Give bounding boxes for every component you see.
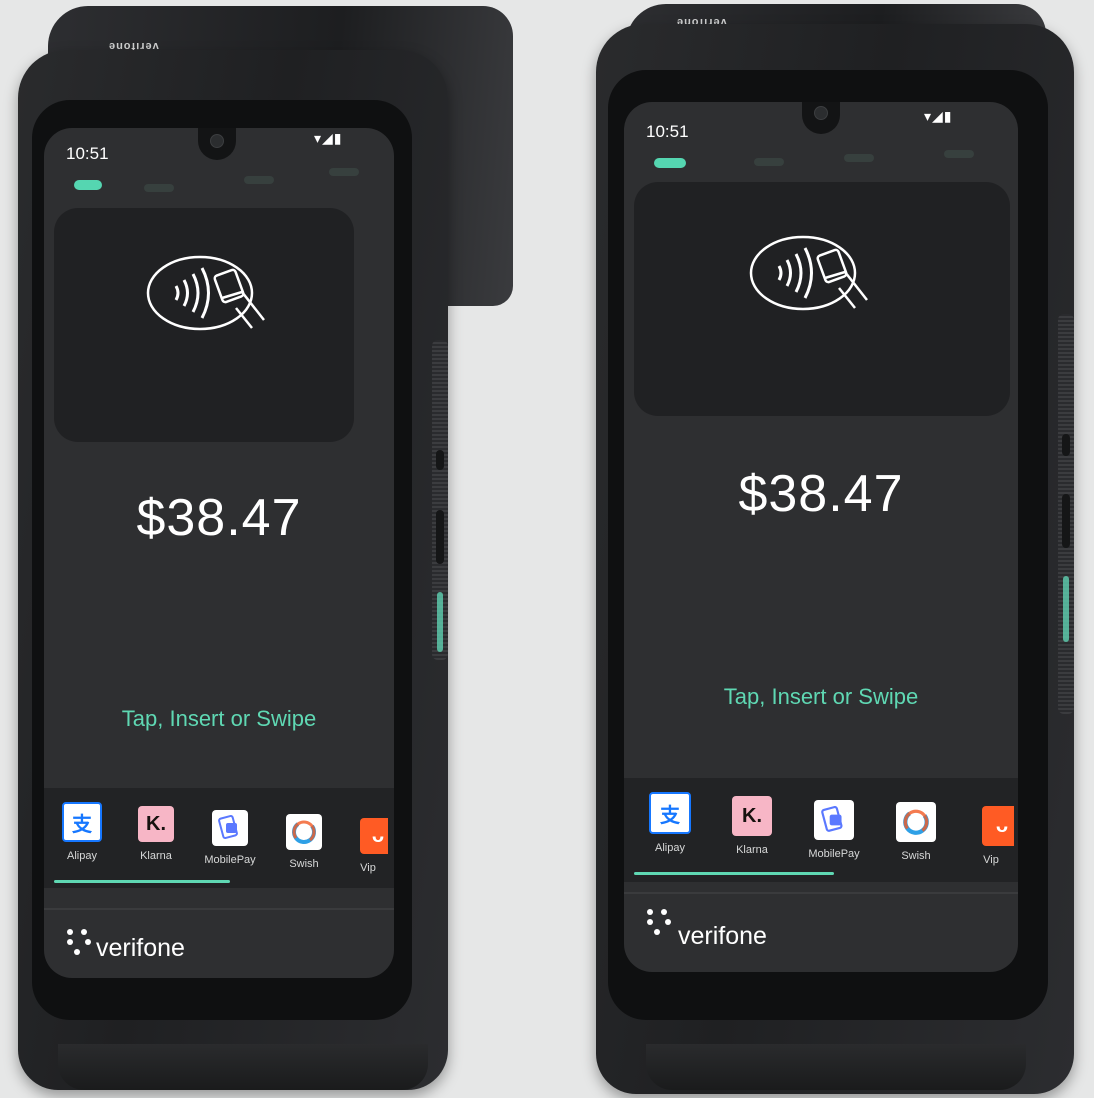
- payment-methods-bar: 支 Alipay K. Klarna MobilePay Swish ᴗ Vip: [624, 778, 1018, 882]
- mobilepay-glyph: [821, 806, 843, 832]
- method-label: MobilePay: [204, 854, 256, 866]
- method-label: Klarna: [736, 844, 768, 856]
- status-time: 10:51: [646, 122, 689, 141]
- progress-step: [244, 176, 274, 184]
- front-camera: [210, 134, 224, 148]
- verifone-brand: verifone: [96, 934, 185, 962]
- payment-amount: $38.47: [738, 465, 904, 523]
- progress-step: [754, 158, 784, 166]
- side-button[interactable]: [1062, 494, 1070, 548]
- progress-step: [844, 154, 874, 162]
- method-label: Vip: [983, 854, 999, 866]
- screen: 10:51 ▾◢▮ $38.47 Tap, Insert or Swipe 支 …: [44, 128, 394, 978]
- side-button[interactable]: [436, 450, 444, 470]
- alipay-icon: 支: [649, 792, 691, 834]
- terminal-left: verifone 10:51 ▾◢▮ $38.47 Tap, Insert or…: [18, 6, 513, 1090]
- method-vipps[interactable]: ᴗ Vip: [348, 818, 388, 874]
- device-foot: [646, 1044, 1026, 1090]
- divider: [44, 908, 394, 910]
- progress-step: [944, 150, 974, 158]
- status-time: 10:51: [66, 144, 109, 163]
- contactless-panel: [54, 208, 354, 442]
- payment-prompt: Tap, Insert or Swipe: [121, 706, 317, 731]
- verifone-logo-icon: [67, 929, 91, 955]
- payment-prompt: Tap, Insert or Swipe: [723, 684, 919, 709]
- payment-amount: $38.47: [136, 489, 302, 547]
- method-klarna[interactable]: K. Klarna: [126, 806, 186, 862]
- method-label: Klarna: [140, 850, 172, 862]
- method-alipay[interactable]: 支 Alipay: [640, 792, 700, 854]
- verifone-brand: verifone: [678, 922, 767, 950]
- vipps-icon: ᴗ: [360, 818, 388, 854]
- method-label: Swish: [289, 858, 319, 870]
- method-label: Vip: [360, 862, 376, 874]
- progress-step: [329, 168, 359, 176]
- swish-icon: [286, 814, 322, 850]
- progress-step: [144, 184, 174, 192]
- screen: 10:51 ▾◢▮ $38.47 Tap, Insert or Swipe 支 …: [624, 102, 1018, 972]
- divider: [624, 892, 1018, 894]
- methods-scroll-indicator: [634, 872, 834, 875]
- method-swish[interactable]: Swish: [274, 814, 334, 870]
- contactless-panel: [634, 182, 1010, 416]
- method-label: MobilePay: [808, 848, 860, 860]
- method-alipay[interactable]: 支 Alipay: [52, 802, 112, 862]
- method-swish[interactable]: Swish: [886, 802, 946, 862]
- status-icons: ▾◢▮: [314, 130, 343, 146]
- side-button[interactable]: [436, 510, 444, 564]
- status-icons: ▾◢▮: [924, 108, 953, 124]
- side-button[interactable]: [1062, 434, 1070, 456]
- method-klarna[interactable]: K. Klarna: [722, 796, 782, 856]
- side-led: [1063, 576, 1069, 642]
- progress-indicator: [74, 180, 102, 190]
- payment-methods-bar: 支 Alipay K. Klarna MobilePay Swish ᴗ Vip: [44, 788, 394, 888]
- methods-scroll-indicator: [54, 880, 230, 883]
- vipps-icon: ᴗ: [982, 806, 1014, 846]
- verifone-logo-icon: [647, 909, 671, 935]
- alipay-icon: 支: [62, 802, 102, 842]
- method-mobilepay[interactable]: MobilePay: [200, 810, 260, 866]
- front-camera: [814, 106, 828, 120]
- method-mobilepay[interactable]: MobilePay: [804, 800, 864, 860]
- swish-glyph: [292, 820, 316, 844]
- method-label: Alipay: [655, 842, 685, 854]
- contactless-tap-icon: [749, 235, 868, 311]
- swish-icon: [896, 802, 936, 842]
- side-led: [437, 592, 443, 652]
- mobilepay-icon: [814, 800, 854, 840]
- mobilepay-icon: [212, 810, 248, 846]
- device-foot: [58, 1044, 428, 1090]
- klarna-icon: K.: [138, 806, 174, 842]
- klarna-icon: K.: [732, 796, 772, 836]
- mobilepay-glyph: [218, 815, 238, 840]
- method-vipps[interactable]: ᴗ Vip: [968, 806, 1014, 866]
- progress-indicator: [654, 158, 686, 168]
- method-label: Alipay: [67, 850, 97, 862]
- contactless-tap-icon: [146, 255, 265, 331]
- terminal-right: verifone 10:51 ▾◢▮ $38.47 Tap, Insert or…: [596, 4, 1076, 1094]
- method-label: Swish: [901, 850, 931, 862]
- swish-glyph: [903, 809, 929, 835]
